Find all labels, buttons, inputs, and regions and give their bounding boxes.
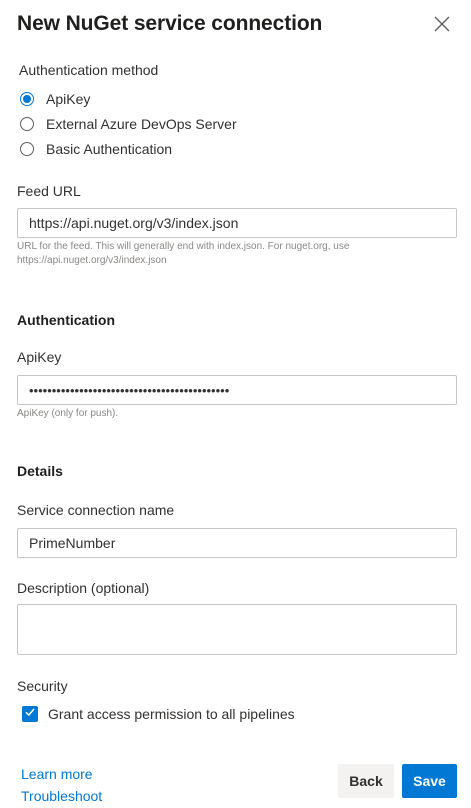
grant-access-label: Grant access permission to all pipelines xyxy=(48,706,295,722)
back-button[interactable]: Back xyxy=(338,764,394,798)
feed-url-help-text: URL for the feed. This will generally en… xyxy=(17,240,437,268)
feed-url-input[interactable]: https://api.nuget.org/v3/index.json xyxy=(17,208,457,238)
troubleshoot-link[interactable]: Troubleshoot xyxy=(21,787,102,805)
service-connection-panel: New NuGet service connection Authenticat… xyxy=(0,0,471,808)
radio-label-basic-auth: Basic Authentication xyxy=(46,141,173,157)
radio-label-external-server: External Azure DevOps Server xyxy=(46,116,237,132)
authentication-heading: Authentication xyxy=(17,312,115,328)
feed-url-help-line: https://api.nuget.org/v3/index.json xyxy=(17,255,167,266)
apikey-label: ApiKey xyxy=(17,349,62,365)
auth-method-label: Authentication method xyxy=(19,62,159,78)
close-icon xyxy=(433,15,451,38)
details-heading: Details xyxy=(17,463,63,479)
radio-label-apikey: ApiKey xyxy=(46,91,91,107)
service-connection-name-label: Service connection name xyxy=(17,502,175,518)
security-label: Security xyxy=(17,678,68,694)
dialog-title: New NuGet service connection xyxy=(17,12,323,35)
service-connection-name-input[interactable]: PrimeNumber xyxy=(17,528,457,558)
radio-external-azure-devops-server[interactable]: External Azure DevOps Server xyxy=(20,114,237,134)
radio-button-selected[interactable] xyxy=(20,92,34,106)
learn-more-link[interactable]: Learn more xyxy=(21,765,93,783)
radio-apikey[interactable]: ApiKey xyxy=(20,89,90,109)
apikey-input[interactable]: ••••••••••••••••••••••••••••••••••••••••… xyxy=(17,375,457,405)
apikey-help-text: ApiKey (only for push). xyxy=(17,408,119,419)
checkmark-icon xyxy=(24,705,36,723)
radio-basic-authentication[interactable]: Basic Authentication xyxy=(20,139,172,159)
description-label: Description (optional) xyxy=(17,580,150,596)
description-textarea[interactable] xyxy=(17,604,457,655)
radio-button[interactable] xyxy=(20,142,34,156)
feed-url-help-line: URL for the feed. This will generally en… xyxy=(17,241,350,252)
grant-access-checkbox[interactable] xyxy=(22,706,38,722)
save-button[interactable]: Save xyxy=(402,764,457,798)
grant-access-checkbox-row[interactable]: Grant access permission to all pipelines xyxy=(22,704,295,724)
radio-button[interactable] xyxy=(20,117,34,131)
close-button[interactable] xyxy=(430,14,454,38)
feed-url-label: Feed URL xyxy=(17,183,81,199)
